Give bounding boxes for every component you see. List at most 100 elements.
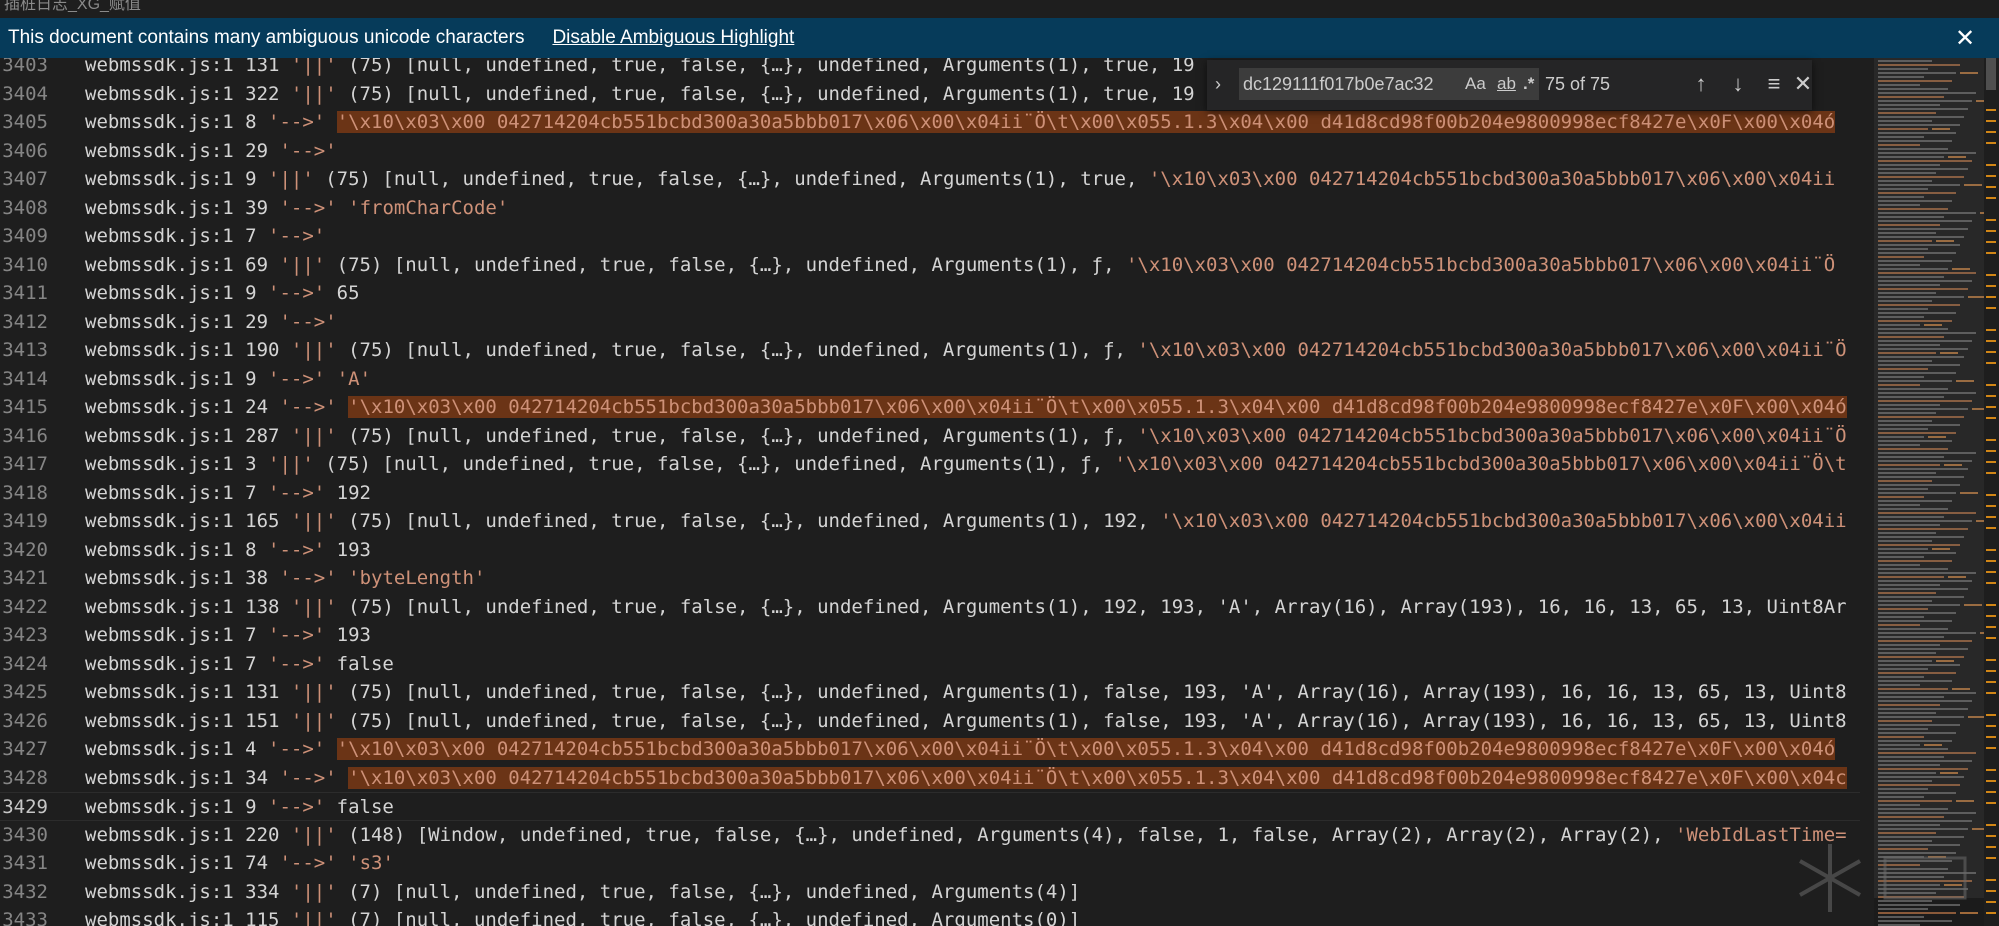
- whole-word-toggle[interactable]: ab: [1497, 68, 1516, 100]
- editor[interactable]: 3403 webmssdk.js:1 131 '||' (75) [null, u…: [0, 58, 1860, 926]
- code-line[interactable]: 3431 webmssdk.js:1 74 '-->' 's3': [0, 849, 1860, 878]
- minimap[interactable]: [1874, 58, 1984, 926]
- code-line[interactable]: 3428 webmssdk.js:1 34 '-->' '\x10\x03\x00…: [0, 764, 1860, 793]
- code-line[interactable]: 3423 webmssdk.js:1 7 '-->' 193: [0, 621, 1860, 650]
- code-line[interactable]: 3410 webmssdk.js:1 69 '||' (75) [null, un…: [0, 251, 1860, 280]
- code-line[interactable]: 3427 webmssdk.js:1 4 '-->' '\x10\x03\x00 …: [0, 735, 1860, 764]
- match-case-toggle[interactable]: Aa: [1465, 68, 1486, 100]
- code-token: 'byteLength': [348, 567, 486, 589]
- code-line[interactable]: 3419 webmssdk.js:1 165 '||' (75) [null, u…: [0, 507, 1860, 536]
- line-text: webmssdk.js:1 9 '-->' false: [85, 793, 394, 822]
- search-match-highlight: '\x10\x03\x00 042714204cb551bcbd300a30a5…: [348, 396, 1847, 418]
- line-number: 3416: [2, 424, 48, 447]
- code-line[interactable]: 3414 webmssdk.js:1 9 '-->' 'A': [0, 365, 1860, 394]
- scrollbar-match-marker: [1986, 571, 1996, 573]
- code-token: (75) [null, undefined, true, false, {…},…: [336, 595, 1847, 618]
- code-token: 193: [325, 624, 371, 646]
- code-line[interactable]: 3420 webmssdk.js:1 8 '-->' 193: [0, 536, 1860, 565]
- code-token: webmssdk.js:1 34: [85, 766, 280, 789]
- code-token: '||': [268, 168, 314, 190]
- search-match-highlight: '\x10\x03\x00 042714204cb551bcbd300a30a5…: [336, 738, 1836, 760]
- code-token: '\x10\x03\x00 042714204cb551bcbd300a30a5…: [1148, 168, 1836, 190]
- scrollbar-match-marker: [1986, 329, 1996, 331]
- line-number: 3409: [2, 225, 48, 247]
- disable-ambiguous-highlight-link[interactable]: Disable Ambiguous Highlight: [552, 27, 794, 49]
- search-match-highlight: '\x10\x03\x00 042714204cb551bcbd300a30a5…: [336, 111, 1836, 133]
- line-text: webmssdk.js:1 74 '-->' 's3': [85, 849, 394, 878]
- code-token: webmssdk.js:1 131: [85, 58, 291, 76]
- code-token: (75) [null, undefined, true, false, {…},…: [336, 681, 1847, 703]
- code-line[interactable]: 3426 webmssdk.js:1 151 '||' (75) [null, u…: [0, 707, 1860, 736]
- code-token: (75) [null, undefined, true, false, {…},…: [336, 339, 1138, 361]
- line-number: 3403: [2, 58, 48, 76]
- code-token: webmssdk.js:1 3: [85, 453, 269, 475]
- find-in-selection-icon[interactable]: ≡: [1760, 69, 1788, 99]
- scrollbar-thumb[interactable]: [1986, 58, 1996, 90]
- code-line[interactable]: 3432 webmssdk.js:1 334 '||' (7) [null, un…: [0, 878, 1860, 907]
- line-text: webmssdk.js:1 39 '-->' 'fromCharCode': [85, 194, 508, 223]
- line-text: webmssdk.js:1 69 '||' (75) [null, undefi…: [85, 251, 1835, 280]
- code-token: webmssdk.js:1 8: [85, 111, 269, 133]
- code-line[interactable]: 3421 webmssdk.js:1 38 '-->' 'byteLength': [0, 564, 1860, 593]
- search-match-highlight: '\x10\x03\x00 042714204cb551bcbd300a30a5…: [348, 766, 1847, 789]
- code-token: '||': [290, 424, 337, 447]
- code-line[interactable]: 3422 webmssdk.js:1 138 '||' (75) [null, u…: [0, 593, 1860, 622]
- scrollbar-match-marker: [1986, 384, 1996, 386]
- match-count: 75 of 75: [1545, 74, 1611, 94]
- line-text: webmssdk.js:1 34 '-->' '\x10\x03\x00 042…: [85, 764, 1847, 793]
- vertical-scrollbar[interactable]: [1984, 58, 1999, 926]
- code-line[interactable]: 3415 webmssdk.js:1 24 '-->' '\x10\x03\x00…: [0, 393, 1860, 422]
- previous-match-arrow-up-icon[interactable]: ↑: [1687, 69, 1715, 99]
- scrollbar-match-marker: [1986, 736, 1996, 738]
- close-icon[interactable]: ✕: [1951, 24, 1979, 52]
- scrollbar-match-marker: [1986, 351, 1996, 353]
- close-find-icon[interactable]: ✕: [1793, 69, 1813, 99]
- code-line[interactable]: 3417 webmssdk.js:1 3 '||' (75) [null, und…: [0, 450, 1860, 479]
- scrollbar-match-marker: [1986, 835, 1996, 837]
- next-match-arrow-down-icon[interactable]: ↓: [1724, 69, 1752, 99]
- ambiguous-unicode-banner: This document contains many ambiguous un…: [0, 18, 1999, 58]
- line-number: 3430: [2, 823, 48, 846]
- line-number: 3419: [2, 510, 48, 532]
- line-text: webmssdk.js:1 334 '||' (7) [null, undefi…: [85, 878, 1080, 907]
- toggle-replace-chevron-icon[interactable]: ›: [1215, 72, 1229, 96]
- code-line[interactable]: 3425 webmssdk.js:1 131 '||' (75) [null, u…: [0, 678, 1860, 707]
- code-token: webmssdk.js:1 9: [85, 168, 269, 190]
- line-number: 3424: [2, 652, 48, 675]
- code-line[interactable]: 3408 webmssdk.js:1 39 '-->' 'fromCharCode…: [0, 194, 1860, 223]
- line-number: 3423: [2, 624, 48, 646]
- code-line[interactable]: 3429 webmssdk.js:1 9 '-->' false: [0, 792, 1860, 821]
- code-line[interactable]: 3413 webmssdk.js:1 190 '||' (75) [null, u…: [0, 336, 1860, 365]
- code-token: '-->': [268, 481, 326, 504]
- code-token: '\x10\x03\x00 042714204cb551bcbd300a30a5…: [1114, 453, 1847, 475]
- code-line[interactable]: 3409 webmssdk.js:1 7 '-->': [0, 222, 1860, 251]
- code-line[interactable]: 3406 webmssdk.js:1 29 '-->': [0, 137, 1860, 166]
- find-input[interactable]: dc129111f017b0e7ac32: [1239, 68, 1539, 100]
- code-line[interactable]: 3430 webmssdk.js:1 220 '||' (148) [Window…: [0, 821, 1860, 850]
- code-line[interactable]: 3412 webmssdk.js:1 29 '-->': [0, 308, 1860, 337]
- code-token: webmssdk.js:1 115: [85, 909, 291, 926]
- code-line[interactable]: 3424 webmssdk.js:1 7 '-->' false: [0, 650, 1860, 679]
- code-line[interactable]: 3405 webmssdk.js:1 8 '-->' '\x10\x03\x00 …: [0, 108, 1860, 137]
- regex-toggle[interactable]: .*: [1523, 68, 1534, 100]
- code-token: '||': [290, 880, 337, 903]
- code-line[interactable]: 3407 webmssdk.js:1 9 '||' (75) [null, und…: [0, 165, 1860, 194]
- code-token: '-->': [279, 139, 337, 162]
- code-line[interactable]: 3418 webmssdk.js:1 7 '-->' 192: [0, 479, 1860, 508]
- line-number: 3431: [2, 852, 48, 874]
- scrollbar-match-marker: [1986, 747, 1996, 749]
- code-token: '||': [279, 253, 326, 276]
- minimap-viewport[interactable]: [1874, 58, 1984, 898]
- code-line[interactable]: 3416 webmssdk.js:1 287 '||' (75) [null, u…: [0, 422, 1860, 451]
- code-token: '-->': [279, 396, 337, 418]
- line-number: 3411: [2, 282, 48, 304]
- scrollbar-match-marker: [1986, 274, 1996, 276]
- line-text: webmssdk.js:1 7 '-->' 193: [85, 621, 371, 650]
- scrollbar-match-marker: [1986, 659, 1996, 661]
- scrollbar-match-marker: [1986, 714, 1996, 716]
- code-line[interactable]: 3411 webmssdk.js:1 9 '-->' 65: [0, 279, 1860, 308]
- line-text: webmssdk.js:1 151 '||' (75) [null, undef…: [85, 707, 1847, 736]
- scrollbar-match-marker: [1986, 175, 1996, 177]
- code-line[interactable]: 3433 webmssdk.js:1 115 '||' (7) [null, un…: [0, 906, 1860, 926]
